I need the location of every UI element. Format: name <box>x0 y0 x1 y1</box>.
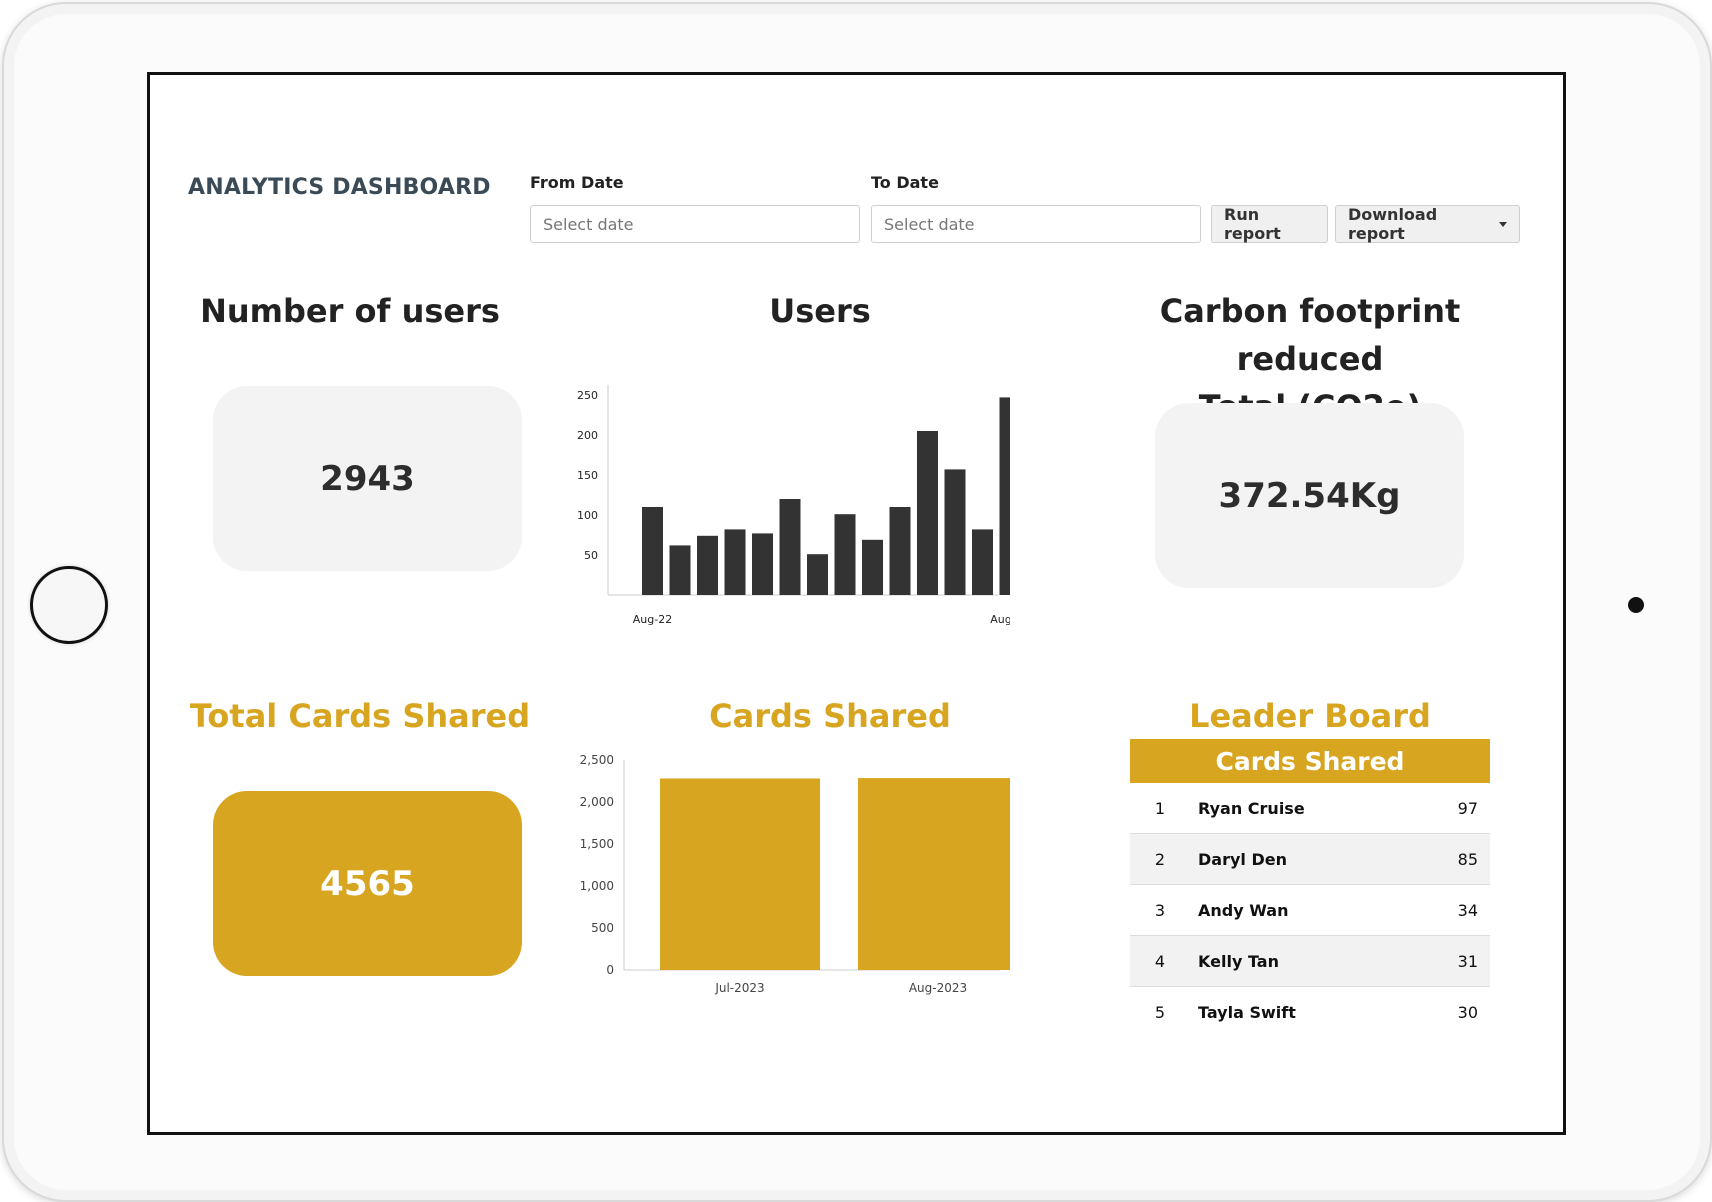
y-tick-label: 2,500 <box>580 753 614 767</box>
y-tick-label: 50 <box>584 549 598 562</box>
camera-icon <box>1628 597 1644 613</box>
leaderboard-row: 5 Tayla Swift 30 <box>1130 987 1490 1037</box>
carbon-value: 372.54Kg <box>1155 403 1464 588</box>
total-cards-value: 4565 <box>213 791 522 976</box>
leaderboard-score: 97 <box>1457 798 1478 818</box>
cards-chart-bars <box>660 778 1010 970</box>
from-date-label: From Date <box>530 173 624 192</box>
x-tick-label: Aug-23 <box>990 613 1010 625</box>
dashboard-screen: ANALYTICS DASHBOARD From Date To Date Ru… <box>147 72 1566 1135</box>
leaderboard-rank: 3 <box>1154 900 1166 920</box>
carbon-title-line1: Carbon footprint reduced <box>1159 292 1461 378</box>
users-bar <box>779 499 801 595</box>
users-bar <box>724 529 746 595</box>
from-date-input[interactable] <box>530 205 860 243</box>
home-button[interactable] <box>30 566 108 644</box>
y-tick-label: 150 <box>577 469 598 482</box>
users-bar <box>642 507 663 595</box>
leaderboard-title: Leader Board <box>1189 697 1431 735</box>
leaderboard-score: 31 <box>1457 951 1478 971</box>
y-tick-label: 1,000 <box>580 879 614 893</box>
users-bar <box>697 535 718 595</box>
users-chart-title: Users <box>769 292 871 330</box>
x-tick-label: Jul-2023 <box>714 981 764 995</box>
users-bar <box>669 545 691 595</box>
number-of-users-value: 2943 <box>213 386 522 571</box>
leaderboard-row: 3 Andy Wan 34 <box>1130 885 1490 936</box>
number-of-users-title: Number of users <box>200 292 500 330</box>
x-tick-label: Aug-2023 <box>909 981 967 995</box>
users-bar <box>752 533 773 595</box>
cards-bar <box>660 778 820 970</box>
users-bar <box>944 469 966 595</box>
y-tick-label: 100 <box>577 509 598 522</box>
users-bar <box>807 554 828 595</box>
leaderboard-row: 1 Ryan Cruise 97 <box>1130 783 1490 834</box>
download-report-button[interactable]: Download report <box>1335 205 1520 243</box>
leaderboard-rank: 2 <box>1154 849 1166 869</box>
page-title: ANALYTICS DASHBOARD <box>188 175 491 200</box>
leaderboard-name: Tayla Swift <box>1198 1002 1296 1022</box>
y-tick-label: 200 <box>577 429 598 442</box>
cards-bar-chart: 0 500 1,000 1,500 2,000 2,500 Jul-2023 Aug-2023 <box>580 753 1010 995</box>
y-tick-label: 1,500 <box>580 837 614 851</box>
to-date-label: To Date <box>871 173 939 192</box>
y-tick-label: 500 <box>591 921 614 935</box>
x-tick-label: Aug-22 <box>633 613 672 625</box>
users-bar <box>862 539 883 595</box>
users-chart-bars <box>642 397 1010 595</box>
leaderboard-table: Cards Shared 1 Ryan Cruise 97 2 Daryl De… <box>1130 739 1490 1037</box>
leaderboard-rank: 1 <box>1154 798 1166 818</box>
leaderboard-name: Andy Wan <box>1198 900 1289 920</box>
run-report-label: Run report <box>1224 205 1281 243</box>
download-report-label: Download report <box>1348 205 1438 243</box>
users-bar <box>917 431 938 595</box>
total-cards-title: Total Cards Shared <box>189 697 531 735</box>
leaderboard-header: Cards Shared <box>1130 739 1490 783</box>
leaderboard-name: Daryl Den <box>1198 849 1287 869</box>
cards-chart-title: Cards Shared <box>709 697 951 735</box>
to-date-input[interactable] <box>871 205 1201 243</box>
users-bar <box>834 514 856 595</box>
leaderboard-score: 85 <box>1457 849 1478 869</box>
users-bar <box>999 397 1010 595</box>
y-tick-label: 2,000 <box>580 795 614 809</box>
leaderboard-name: Kelly Tan <box>1198 951 1279 971</box>
users-chart-axis <box>607 385 998 596</box>
leaderboard-rank: 4 <box>1154 951 1166 971</box>
leaderboard-row: 4 Kelly Tan 31 <box>1130 936 1490 987</box>
users-bar <box>972 529 993 595</box>
users-bar-chart: 50 100 150 200 250 Aug-22 Aug-23 <box>577 385 1010 625</box>
leaderboard-score: 30 <box>1457 1002 1478 1022</box>
run-report-button[interactable]: Run report <box>1211 205 1328 243</box>
y-tick-label: 250 <box>577 389 598 402</box>
leaderboard-name: Ryan Cruise <box>1198 798 1305 818</box>
users-bar <box>889 507 911 595</box>
leaderboard-row: 2 Daryl Den 85 <box>1130 834 1490 885</box>
y-tick-label: 0 <box>606 963 614 977</box>
leaderboard-score: 34 <box>1457 900 1478 920</box>
leaderboard-rank: 5 <box>1154 1002 1166 1022</box>
cards-bar <box>858 778 1010 970</box>
caret-down-icon <box>1499 221 1507 227</box>
